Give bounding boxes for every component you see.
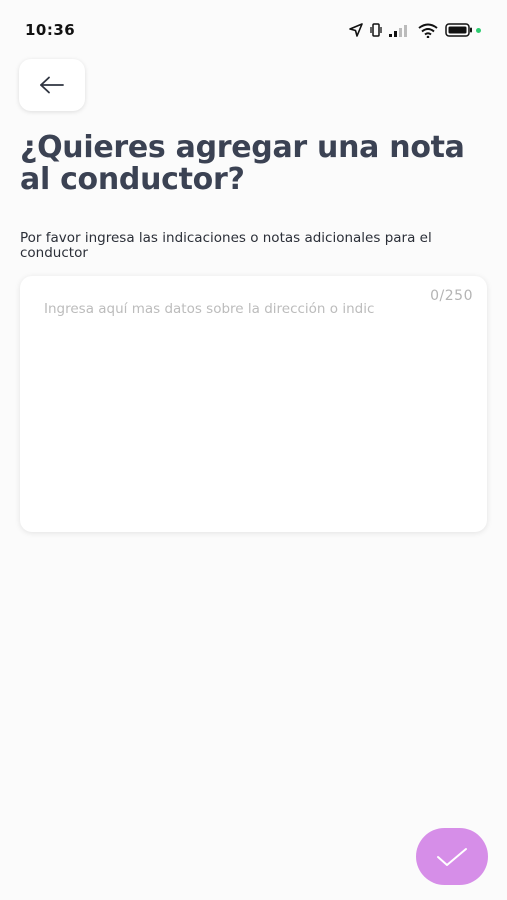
status-icons bbox=[349, 21, 481, 39]
arrow-left-icon bbox=[40, 76, 64, 94]
page-title: ¿Quieres agregar una nota al conductor? bbox=[20, 130, 465, 197]
status-bar: 10:36 bbox=[0, 0, 507, 60]
vibrate-icon bbox=[370, 23, 382, 37]
battery-icon bbox=[445, 23, 472, 37]
privacy-indicator-dot bbox=[476, 27, 481, 33]
check-icon bbox=[437, 847, 467, 866]
driver-note-input[interactable] bbox=[44, 300, 464, 518]
signal-icon bbox=[389, 25, 407, 37]
confirm-button[interactable] bbox=[416, 828, 488, 885]
note-card: 0/250 bbox=[20, 276, 487, 532]
back-button[interactable] bbox=[19, 59, 85, 111]
page-subtitle: Por favor ingresa las indicaciones o not… bbox=[20, 230, 432, 261]
wifi-icon bbox=[418, 23, 438, 38]
location-arrow-icon bbox=[349, 23, 363, 37]
note-to-driver-screen: 10:36 ¿Quieres agregar una nota al condu… bbox=[0, 0, 507, 900]
status-time: 10:36 bbox=[25, 21, 76, 39]
